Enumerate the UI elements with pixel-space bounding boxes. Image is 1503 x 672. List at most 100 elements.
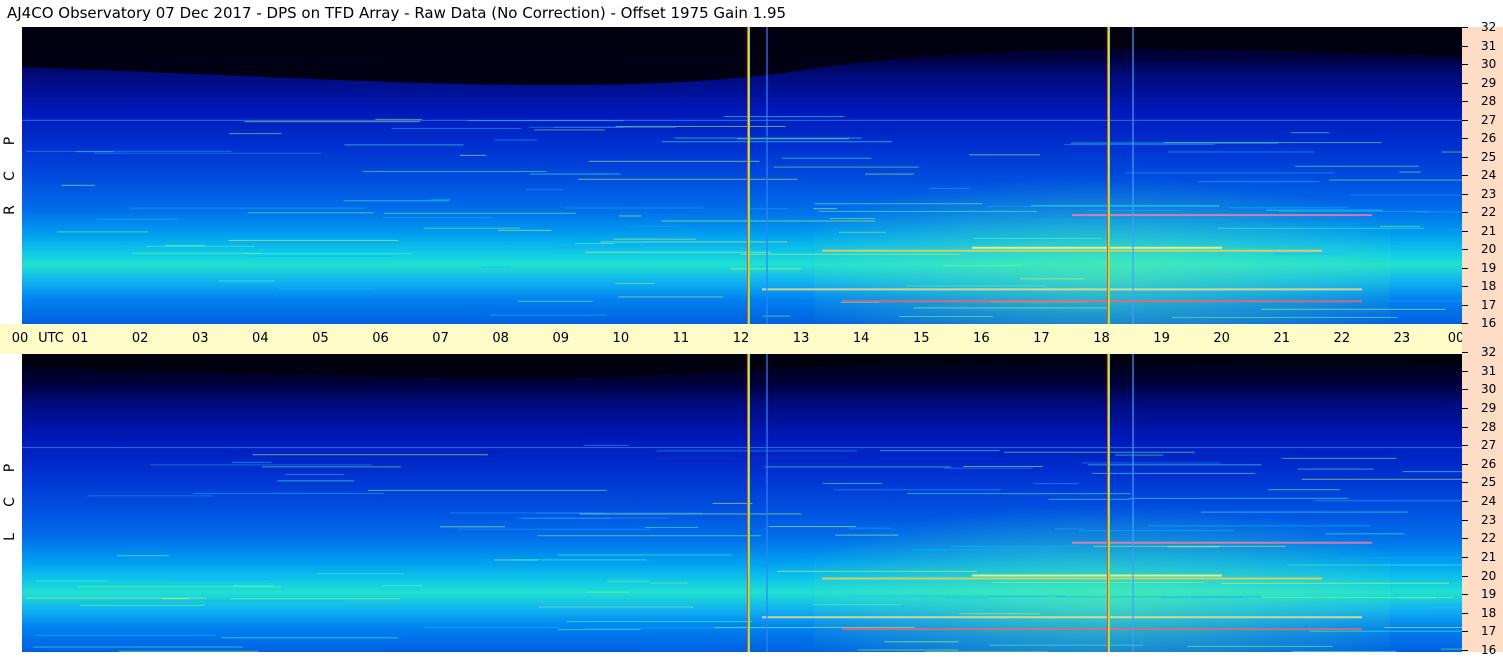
- noise-streak: [233, 585, 275, 587]
- noise-streak: [1229, 207, 1349, 209]
- time-tick-label: UTC: [38, 331, 64, 346]
- noise-streak: [1161, 597, 1188, 599]
- freq-tick-mark: [1462, 286, 1468, 287]
- noise-streak: [1200, 511, 1408, 513]
- time-axis: 00 UTC 01 02 03 04 05 06 07 08 09 10 11 12 13 14 15 16 17 1…: [0, 324, 1503, 354]
- noise-streak: [218, 280, 275, 282]
- noise-streak: [1034, 219, 1228, 221]
- noise-streak: [557, 554, 732, 556]
- noise-streak: [430, 198, 451, 200]
- noise-streak: [36, 580, 108, 582]
- freq-tick-label: 18: [1481, 279, 1497, 293]
- polarization-label: L: [2, 533, 18, 541]
- noise-streak: [959, 613, 1040, 615]
- noise-streak: [1198, 181, 1320, 183]
- noise-streak: [538, 606, 694, 608]
- noise-streak: [619, 215, 641, 217]
- freq-tick-mark: [1462, 64, 1468, 65]
- noise-streak: [712, 502, 753, 504]
- noise-streak: [650, 582, 688, 584]
- noise-streak: [1431, 609, 1462, 611]
- noise-streak: [1380, 225, 1420, 227]
- freq-tick-mark: [1462, 304, 1468, 306]
- noise-streak: [857, 649, 959, 651]
- time-tick-label: 05: [312, 331, 329, 346]
- freq-tick-label: 24: [1481, 168, 1497, 182]
- noise-streak: [813, 208, 837, 210]
- noise-streak: [1338, 557, 1462, 559]
- faint-vertical-line: [1132, 27, 1134, 324]
- freq-tick-label: 24: [1481, 494, 1497, 508]
- noise-streak: [578, 178, 798, 180]
- noise-streak: [367, 489, 607, 491]
- freq-tick-label: 20: [1481, 242, 1497, 256]
- noise-streak: [1033, 483, 1079, 485]
- noise-streak: [518, 300, 593, 302]
- noise-streak: [906, 285, 1046, 287]
- noise-streak: [833, 489, 1001, 491]
- freq-tick-mark: [1462, 482, 1468, 484]
- noise-streak: [528, 126, 625, 128]
- band-27mhz: [22, 447, 1462, 449]
- freq-tick-mark: [1462, 323, 1468, 324]
- noise-streak: [565, 207, 704, 209]
- noise-streak: [1325, 533, 1405, 535]
- noise-streak: [529, 173, 621, 175]
- freq-tick-label: 27: [1481, 438, 1497, 453]
- noise-streak: [1093, 545, 1286, 547]
- noise-streak: [583, 627, 814, 629]
- noise-streak: [1092, 472, 1256, 474]
- noise-streak: [284, 473, 345, 475]
- noise-streak: [880, 450, 1000, 452]
- freq-tick-label: 16: [1481, 316, 1497, 330]
- freq-tick-mark: [1462, 501, 1468, 502]
- noise-streak: [165, 244, 205, 246]
- noise-streak: [537, 535, 762, 537]
- noise-streak: [78, 586, 282, 588]
- noise-streak: [193, 492, 384, 494]
- freq-tick-mark: [1462, 631, 1468, 633]
- noise-streak: [231, 461, 272, 463]
- freq-tick-mark: [1462, 389, 1468, 391]
- noise-streak: [656, 450, 858, 452]
- noise-streak: [1129, 497, 1349, 499]
- noise-streak: [383, 212, 576, 214]
- noise-streak: [252, 454, 489, 456]
- noise-streak: [1350, 194, 1462, 196]
- noise-streak: [812, 604, 902, 606]
- freq-tick-mark: [1462, 101, 1468, 102]
- noise-streak: [1087, 464, 1262, 466]
- noise-streak: [991, 581, 1205, 583]
- freq-tick-label: 31: [1481, 363, 1497, 378]
- freq-tick-mark: [1462, 650, 1468, 651]
- noise-streak: [944, 597, 988, 599]
- noise-streak: [723, 116, 845, 118]
- noise-streak: [1082, 462, 1221, 464]
- noise-streak: [913, 307, 1108, 309]
- noise-streak: [884, 641, 959, 643]
- noise-streak: [1399, 171, 1421, 173]
- noise-streak: [730, 268, 802, 270]
- noise-streak: [1019, 278, 1085, 280]
- noise-streak: [1447, 229, 1462, 231]
- time-tick-label: 15: [912, 331, 930, 346]
- noise-streak: [566, 621, 753, 623]
- freq-tick-label: 28: [1481, 94, 1497, 108]
- noise-streak: [1266, 209, 1384, 211]
- noise-streak: [1125, 172, 1335, 174]
- noise-streak: [1071, 142, 1279, 144]
- noise-streak: [929, 187, 970, 189]
- noise-streak: [849, 527, 892, 529]
- freq-tick-label: 19: [1481, 260, 1497, 275]
- noise-streak: [777, 570, 977, 572]
- noise-streak: [277, 480, 355, 482]
- noise-streak: [1297, 468, 1374, 470]
- noise-streak: [1031, 205, 1220, 207]
- noise-streak: [130, 207, 365, 209]
- time-tick-label: 23: [1393, 331, 1411, 346]
- freq-tick-mark: [1462, 556, 1468, 558]
- noise-streak: [1295, 165, 1419, 167]
- noise-streak: [150, 464, 372, 466]
- time-tick-label: 07: [432, 331, 449, 346]
- time-tick-label: 06: [372, 331, 389, 346]
